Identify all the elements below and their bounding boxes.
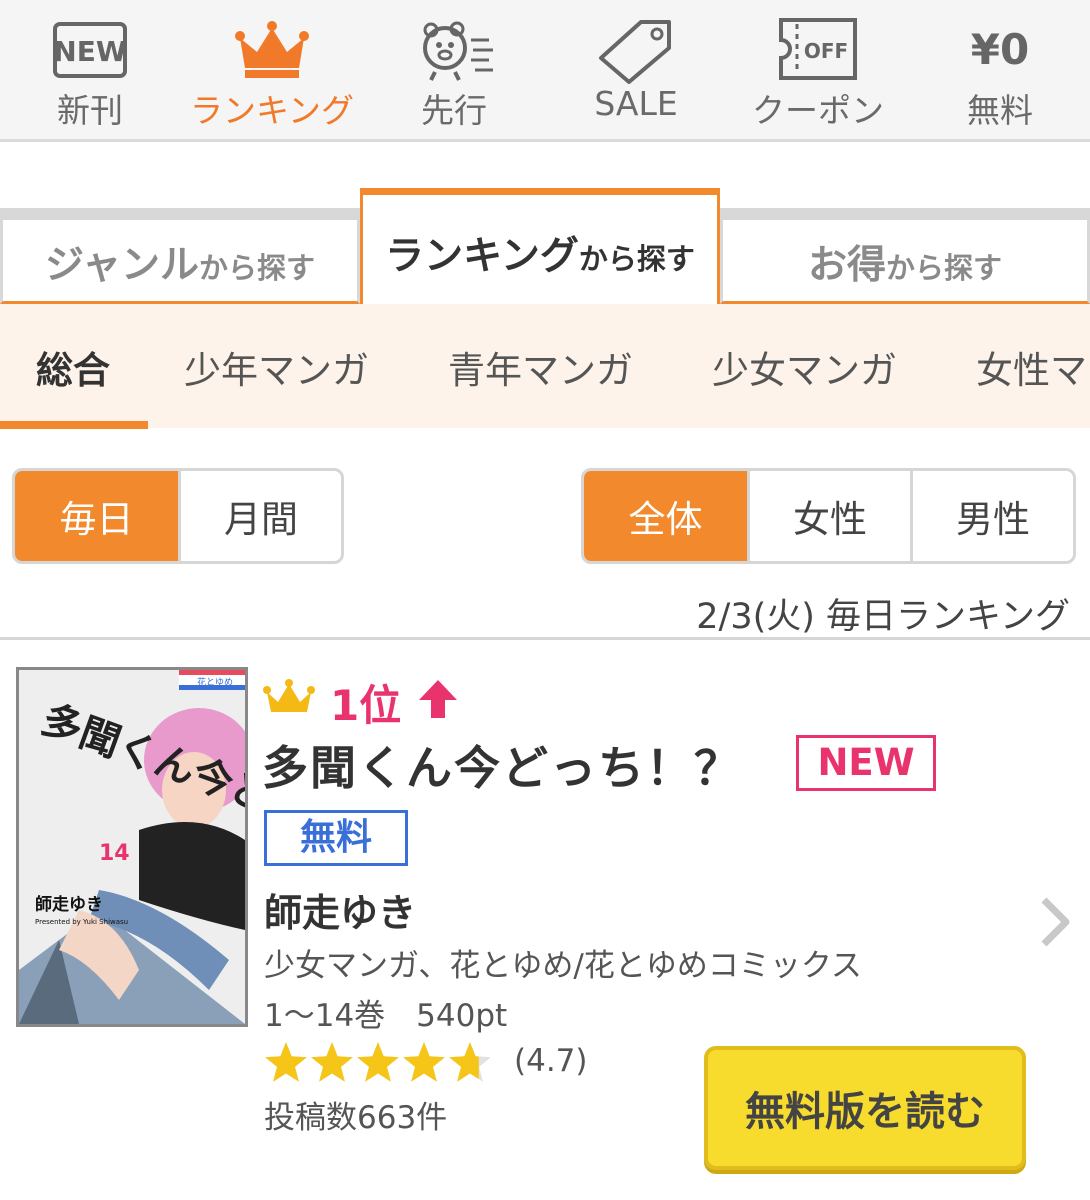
book-cover[interactable]: 花とゆめ 多聞くん今どっち!? 14 師走ゆき Presented by Yuk… [16, 667, 248, 1027]
period-toggle: 毎日 月間 [12, 468, 344, 564]
divider [0, 637, 1090, 640]
tab-search-by-genre[interactable]: ジャンルから探す [0, 208, 360, 304]
category-seinen[interactable]: 青年マンガ [448, 340, 633, 394]
svg-text:花とゆめ: 花とゆめ [197, 676, 233, 688]
tab-search-by-deals[interactable]: お得から探す [720, 208, 1090, 304]
arrow-up-icon [419, 680, 457, 718]
nav-label: ランキング [189, 91, 354, 130]
audience-toggle: 全体 女性 男性 [581, 468, 1076, 564]
free-badge: 無料 [264, 810, 408, 866]
tab-sublabel: から探す [199, 251, 316, 285]
audience-all-option[interactable]: 全体 [584, 471, 750, 561]
tab-sublabel: から探す [578, 242, 695, 276]
star-filled-icon [265, 1042, 307, 1082]
star-filled-icon [311, 1042, 353, 1082]
tab-label: ランキング [385, 234, 579, 279]
star-rating [265, 1042, 491, 1082]
nav-item-early-release[interactable]: 先行 [364, 0, 544, 140]
book-volumes-price: 1〜14巻 540pt [264, 998, 508, 1034]
svg-text:OFF: OFF [804, 39, 848, 63]
gold-crown-icon [263, 679, 315, 712]
tab-sublabel: から探す [886, 251, 1003, 285]
category-josei[interactable]: 女性マ [976, 340, 1087, 394]
category-shonen[interactable]: 少年マンガ [184, 340, 369, 394]
tab-label: ジャンル [44, 243, 200, 288]
nav-label: 先行 [421, 91, 487, 130]
new-badge: NEW [796, 735, 936, 791]
book-genre: 少女マンガ、花とゆめ/花とゆめコミックス [264, 948, 862, 984]
svg-text:NEW: NEW [53, 35, 127, 68]
category-bar: 総合 少年マンガ 青年マンガ 少女マンガ 女性マ [0, 304, 1090, 428]
period-daily-option[interactable]: 毎日 [15, 471, 181, 561]
read-free-edition-button[interactable]: 無料版を読む [704, 1046, 1026, 1170]
nav-item-sale[interactable]: SALE [546, 0, 726, 140]
svg-text:Presented by Yuki Shiwasu: Presented by Yuki Shiwasu [35, 918, 128, 926]
svg-text:14: 14 [99, 841, 130, 866]
category-all[interactable]: 総合 [36, 340, 110, 394]
nav-item-ranking[interactable]: ランキング [182, 0, 362, 140]
price-tag-icon [599, 20, 671, 84]
rank-number: 1位 [330, 681, 402, 730]
audience-female-option[interactable]: 女性 [750, 471, 913, 561]
tab-search-by-ranking[interactable]: ランキングから探す [360, 188, 720, 304]
star-filled-icon [403, 1042, 445, 1082]
cover-illustration: 花とゆめ 多聞くん今どっち!? 14 師走ゆき Presented by Yuk… [19, 670, 245, 1024]
nav-label: 無料 [967, 91, 1033, 130]
crown-icon [235, 21, 309, 78]
yen-zero-icon: ¥0 [971, 25, 1029, 74]
chevron-right-icon[interactable] [1038, 896, 1072, 948]
nav-item-coupon[interactable]: OFF クーポン [728, 0, 908, 140]
ranking-date: 2/3(火) 毎日ランキング [696, 597, 1070, 637]
svg-text:師走ゆき: 師走ゆき [35, 894, 103, 915]
nav-item-new-releases[interactable]: NEW 新刊 [0, 0, 180, 140]
period-monthly-option[interactable]: 月間 [181, 471, 341, 561]
active-category-indicator [0, 421, 148, 429]
svg-text:¥0: ¥0 [971, 25, 1029, 74]
category-shojo[interactable]: 少女マンガ [712, 340, 897, 394]
nav-label: クーポン [752, 91, 884, 130]
star-filled-icon [357, 1042, 399, 1082]
audience-male-option[interactable]: 男性 [913, 471, 1073, 561]
top-navigation: NEW 新刊 ランキング 先行 SALE OFF クーポン ¥0 無料 [0, 0, 1090, 142]
book-author[interactable]: 師走ゆき [264, 882, 416, 937]
rating-value: (4.7) [514, 1043, 588, 1079]
nav-item-free[interactable]: ¥0 無料 [910, 0, 1090, 140]
nav-label: SALE [594, 84, 678, 123]
running-bear-icon [423, 21, 493, 81]
coupon-icon: OFF [779, 18, 857, 80]
new-icon: NEW [53, 22, 127, 78]
nav-label: 新刊 [57, 91, 123, 130]
book-title[interactable]: 多聞くん今どっち！？ [262, 732, 742, 798]
tab-label: お得 [807, 243, 886, 288]
review-count[interactable]: 投稿数663件 [264, 1092, 447, 1137]
